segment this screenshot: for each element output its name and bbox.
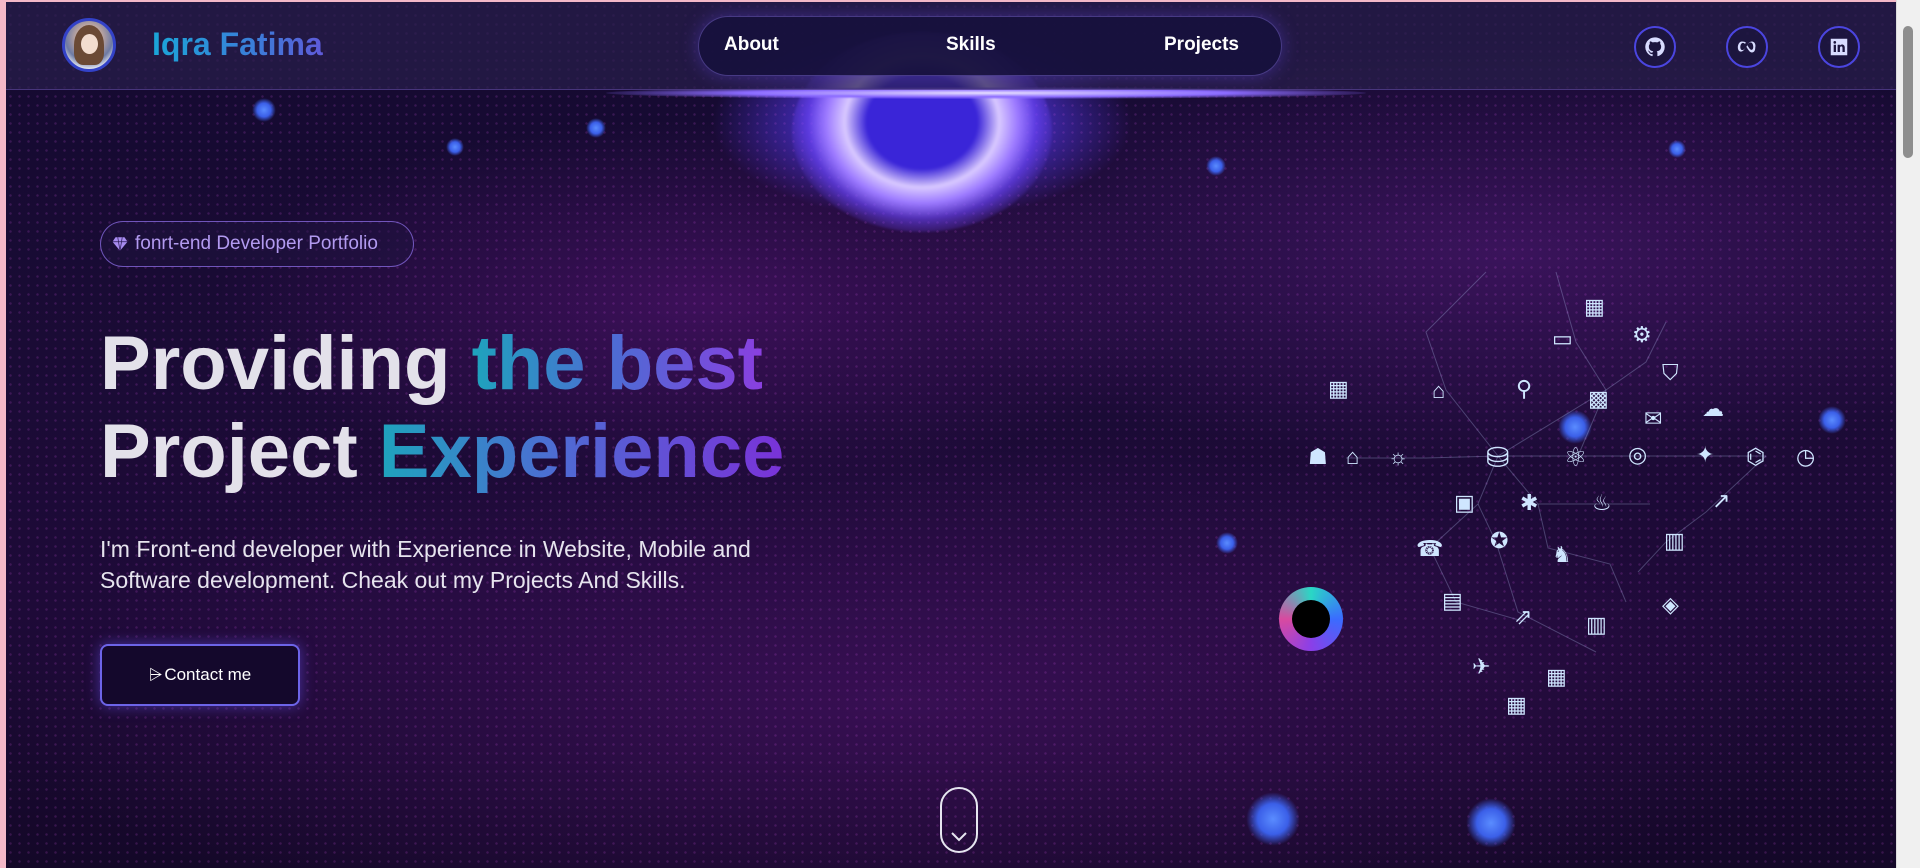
headline-part1: Providing [100, 321, 472, 406]
hero-viewport: Iqra Fatima About Skills Projects fonrt-… [6, 2, 1896, 868]
badge-label: fonrt-end Developer Portfolio [135, 233, 378, 254]
chevron-down-icon [951, 832, 967, 842]
linkedin-icon [1830, 38, 1848, 56]
shield-icon: ⛉ [1662, 360, 1679, 385]
nav-link-skills[interactable]: Skills [946, 34, 996, 56]
navbar: Iqra Fatima About Skills Projects [6, 2, 1896, 90]
pen-icon: ⚲ [1516, 376, 1533, 401]
tech-icon-network: ⛁ ⚛ ⚙ ⌂ ☗ ⌂ ☼ ◎ ✦ ⌬ ◷ ▣ ✱ ♨ ↗ ▥ ☎ ✪ ♞ ▤ … [1266, 212, 1846, 732]
contact-button-label: Contact me [164, 665, 252, 684]
nav-link-projects[interactable]: Projects [1164, 34, 1239, 56]
headline-part3: Project [100, 409, 379, 494]
database-icon: ⛁ [1486, 442, 1510, 473]
diamond-icon [112, 237, 128, 251]
hero-headline: Providing the best Project Experience [100, 320, 784, 496]
calendar-icon: ▦ [1506, 692, 1527, 717]
glow-orb [1466, 798, 1516, 848]
github-icon [1645, 37, 1665, 57]
portfolio-badge: fonrt-end Developer Portfolio [100, 221, 414, 267]
wifi-icon: ⌬ [1746, 444, 1766, 469]
money-bag-icon: ♨ [1592, 490, 1612, 515]
network-lines [1346, 271, 1767, 653]
camera-icon: ▣ [1454, 490, 1475, 515]
glow-orb [1246, 792, 1300, 846]
avatar[interactable] [62, 18, 116, 72]
money-icon: ▭ [1552, 326, 1573, 351]
contact-button[interactable]: ⩥ Contact me [100, 644, 300, 706]
linkedin-button[interactable] [1818, 26, 1860, 68]
glow-orb [586, 118, 606, 138]
cloud-icon: ☁ [1702, 396, 1724, 421]
headline-highlight-1: the best [471, 321, 763, 406]
office-icon: ▦ [1328, 376, 1349, 401]
calculator-icon: ▦ [1546, 664, 1567, 689]
building-icon: ▦ [1584, 294, 1605, 319]
brand-name[interactable]: Iqra Fatima [152, 26, 323, 63]
medal-icon: ◈ [1662, 592, 1679, 617]
meta-button[interactable] [1726, 26, 1768, 68]
hero-description: I'm Front-end developer with Experience … [100, 536, 751, 593]
gear-icon: ⚙ [1632, 322, 1652, 347]
bank-icon: ☗ [1308, 444, 1328, 469]
award-icon: ✪ [1490, 528, 1509, 553]
growth-icon: ⇗ [1514, 604, 1533, 629]
headline-highlight-2: Experience [378, 409, 785, 494]
lightbulb-icon: ☼ [1388, 444, 1409, 469]
house-icon: ⌂ [1346, 444, 1360, 469]
alarm-icon: ◷ [1796, 444, 1816, 469]
glow-orb [446, 138, 464, 156]
scrollbar-thumb[interactable] [1903, 26, 1913, 158]
barcode-icon: ▥ [1586, 612, 1607, 637]
glow-orb [1216, 532, 1238, 554]
meta-icon [1737, 41, 1756, 53]
phone-icon: ☎ [1416, 536, 1444, 561]
atom-icon: ⚛ [1564, 442, 1588, 472]
github-button[interactable] [1634, 26, 1676, 68]
chart-up-icon: ↗ [1712, 488, 1731, 513]
scroll-down-indicator[interactable] [940, 787, 978, 853]
glow-orb [252, 98, 276, 122]
molecule-icon: ✱ [1520, 490, 1539, 515]
avatar-face [81, 34, 98, 54]
send-icon: ⩥ [148, 665, 163, 684]
bluetooth-icon: ✦ [1696, 442, 1715, 467]
signal-icon: ◎ [1628, 442, 1648, 467]
envelope-icon: ✉ [1644, 406, 1663, 431]
nav-link-about[interactable]: About [724, 34, 779, 56]
piggy-bank-icon: ♞ [1552, 542, 1572, 567]
home-icon: ⌂ [1432, 378, 1446, 403]
satellite-icon: ✈ [1472, 654, 1491, 679]
barcode-icon: ▥ [1664, 528, 1685, 553]
glow-orb [1668, 140, 1686, 158]
qr-icon: ▩ [1588, 386, 1609, 411]
glow-orb [1206, 156, 1226, 176]
presentation-icon: ▤ [1442, 588, 1463, 613]
